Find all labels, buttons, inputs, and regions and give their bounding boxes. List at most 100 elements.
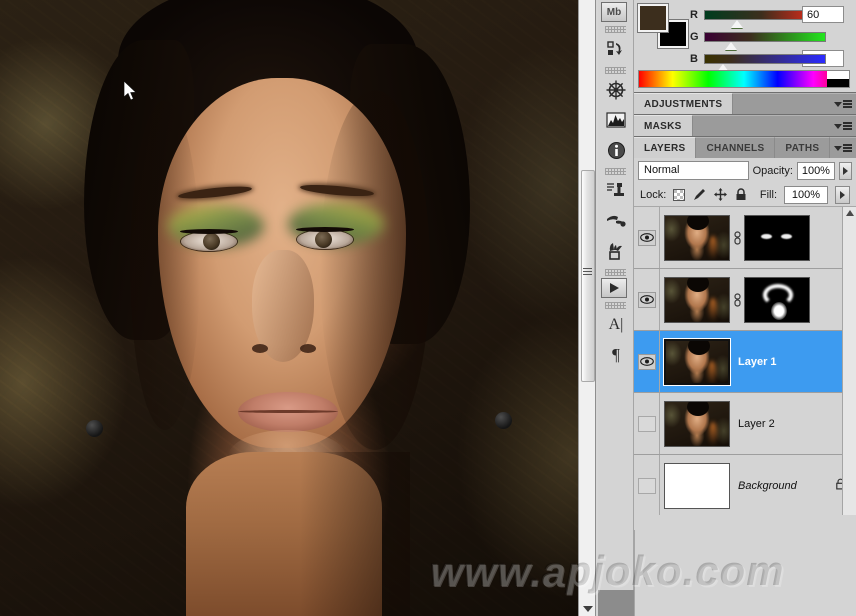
foreground-color-swatch[interactable] <box>637 3 669 33</box>
color-swatches[interactable] <box>637 3 689 49</box>
character-icon[interactable]: A| <box>601 311 631 339</box>
layer-mask-link-icon[interactable] <box>730 230 744 245</box>
lock-transparent-pixels-icon[interactable] <box>673 188 686 201</box>
right-panel-stack: R 60 G 46 B 29 <box>634 0 856 616</box>
opacity-label: Opacity: <box>752 164 793 177</box>
layer-visibility-cell[interactable] <box>634 207 660 268</box>
nostril-left <box>252 344 268 353</box>
spectrum-end-swatches[interactable] <box>827 71 849 87</box>
table-row[interactable]: Background <box>634 455 856 515</box>
opacity-input[interactable]: 100% <box>796 161 835 180</box>
dock-footer <box>598 590 634 616</box>
dock-grip-2[interactable] <box>605 67 626 74</box>
fill-stepper[interactable] <box>835 185 850 204</box>
face-shadow-right <box>320 90 430 450</box>
red-value-field[interactable]: 60 <box>802 6 844 23</box>
layer-mask-thumbnail[interactable] <box>744 276 810 323</box>
lock-position-icon[interactable] <box>713 188 727 202</box>
dock-grip[interactable] <box>605 26 626 33</box>
animation-icon[interactable] <box>601 278 627 298</box>
layer-blend-controls: Normal Opacity: 100% <box>634 158 856 183</box>
layer-thumbnail[interactable] <box>663 337 731 386</box>
tab-channels[interactable]: CHANNELS <box>696 137 776 158</box>
history-icon[interactable] <box>601 35 631 63</box>
adjustments-panel-tabbar: ADJUSTMENTS <box>634 92 856 114</box>
green-slider[interactable] <box>704 32 826 50</box>
layer-thumbnail[interactable] <box>664 214 730 261</box>
iris-right <box>315 231 332 248</box>
eye-icon[interactable] <box>637 353 656 370</box>
tool-presets-icon[interactable] <box>601 237 631 265</box>
tab-layers[interactable]: LAYERS <box>634 137 697 158</box>
scroll-up-arrow-icon[interactable] <box>846 210 854 216</box>
scroll-down-arrow-icon[interactable] <box>583 606 593 612</box>
layer-name-label[interactable]: Layer 1 <box>730 356 856 368</box>
red-slider-row: R 60 <box>690 4 850 28</box>
black-swatch[interactable] <box>827 79 849 87</box>
green-label: G <box>690 31 699 43</box>
eye-right <box>297 230 353 249</box>
blend-mode-select[interactable]: Normal <box>638 161 749 180</box>
layers-list[interactable]: Layer 1 Layer 2 Background <box>634 207 856 515</box>
lock-label: Lock: <box>640 188 667 201</box>
histogram-icon[interactable] <box>601 106 631 134</box>
panel-icon-dock: Mb A| ¶ <box>598 0 634 616</box>
eyelash-right <box>296 227 354 232</box>
menu-lines-icon <box>843 100 852 108</box>
scrollbar-thumb[interactable] <box>581 170 595 382</box>
layer-visibility-cell[interactable] <box>634 393 660 454</box>
photoshop-window: www.apjoko.com Mb <box>0 0 856 616</box>
tab-paths[interactable]: PATHS <box>775 137 831 158</box>
menu-lines-icon <box>843 122 852 130</box>
lock-image-pixels-icon[interactable] <box>692 188 706 202</box>
lock-all-icon[interactable] <box>734 188 748 202</box>
chevron-down-icon <box>834 145 843 151</box>
table-row[interactable] <box>634 207 856 269</box>
image-canvas[interactable] <box>0 0 578 616</box>
opacity-stepper[interactable] <box>838 161 852 180</box>
layer-name-label[interactable]: Background <box>730 480 835 492</box>
layer-visibility-cell[interactable] <box>634 269 660 330</box>
layer-thumbnail[interactable] <box>664 462 730 509</box>
mini-bridge-icon[interactable]: Mb <box>601 2 627 22</box>
table-row[interactable]: Layer 2 <box>634 393 856 455</box>
navigator-icon[interactable] <box>601 76 631 104</box>
color-spectrum-ramp[interactable] <box>638 70 850 88</box>
adjustments-panel-menu-button[interactable] <box>830 93 856 114</box>
layers-vertical-scrollbar[interactable] <box>842 207 856 515</box>
blue-slider[interactable] <box>704 54 826 72</box>
white-swatch[interactable] <box>827 71 849 79</box>
chevron-down-icon <box>834 101 842 107</box>
layers-panel-tabbar: LAYERS CHANNELS PATHS <box>634 136 856 158</box>
layer-visibility-cell[interactable] <box>634 455 660 515</box>
layer-name-label[interactable]: Layer 2 <box>730 418 856 430</box>
paragraph-icon[interactable]: ¶ <box>601 341 631 369</box>
clone-source-icon[interactable] <box>601 177 631 205</box>
canvas-vertical-scrollbar[interactable] <box>578 0 596 616</box>
layer-thumbnail[interactable] <box>664 400 730 447</box>
layers-panel-menu-button[interactable] <box>830 137 856 158</box>
eye-icon[interactable] <box>637 229 656 246</box>
tab-adjustments[interactable]: ADJUSTMENTS <box>634 93 734 114</box>
layer-visibility-cell[interactable] <box>634 331 660 392</box>
eye-icon-off[interactable] <box>637 415 656 432</box>
info-icon[interactable] <box>601 136 631 164</box>
table-row[interactable] <box>634 269 856 331</box>
dock-grip-5[interactable] <box>605 302 626 309</box>
eye-icon[interactable] <box>637 291 656 308</box>
dock-grip-3[interactable] <box>605 168 626 175</box>
layer-mask-thumbnail[interactable] <box>744 214 810 261</box>
eye-icon-off[interactable] <box>637 477 656 494</box>
masks-panel-menu-button[interactable] <box>830 115 856 136</box>
layer-mask-link-icon[interactable] <box>730 292 744 307</box>
earring-right <box>495 412 512 429</box>
dock-grip-4[interactable] <box>605 269 626 276</box>
fill-input[interactable]: 100% <box>784 185 828 204</box>
layers-panel-footer <box>634 530 856 616</box>
masks-panel-tabbar: MASKS <box>634 114 856 136</box>
brush-presets-icon[interactable] <box>601 207 631 235</box>
layer-thumbnail[interactable] <box>664 276 730 323</box>
color-panel: R 60 G 46 B 29 <box>634 0 856 111</box>
tab-masks[interactable]: MASKS <box>634 115 693 136</box>
table-row[interactable]: Layer 1 <box>634 331 856 393</box>
